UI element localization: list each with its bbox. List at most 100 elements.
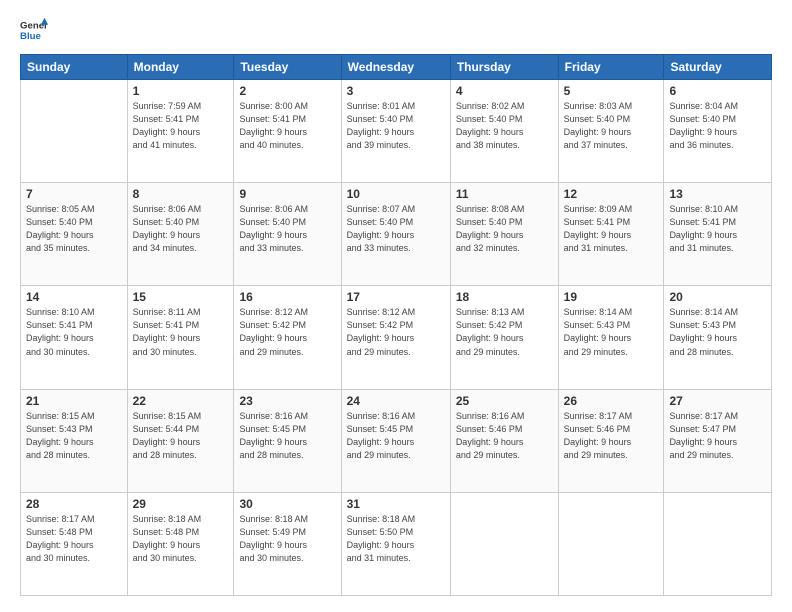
day-info: Sunrise: 8:04 AMSunset: 5:40 PMDaylight:…	[669, 100, 766, 152]
day-number: 26	[564, 394, 659, 408]
calendar-cell: 19 Sunrise: 8:14 AMSunset: 5:43 PMDayligh…	[558, 286, 664, 389]
day-number: 31	[347, 497, 445, 511]
calendar-cell: 22 Sunrise: 8:15 AMSunset: 5:44 PMDayligh…	[127, 389, 234, 492]
day-number: 13	[669, 187, 766, 201]
col-header-monday: Monday	[127, 55, 234, 80]
calendar-cell: 26 Sunrise: 8:17 AMSunset: 5:46 PMDayligh…	[558, 389, 664, 492]
calendar-cell: 28 Sunrise: 8:17 AMSunset: 5:48 PMDayligh…	[21, 492, 128, 595]
day-info: Sunrise: 8:06 AMSunset: 5:40 PMDaylight:…	[133, 203, 229, 255]
day-number: 8	[133, 187, 229, 201]
day-number: 5	[564, 84, 659, 98]
calendar-week-4: 21 Sunrise: 8:15 AMSunset: 5:43 PMDayligh…	[21, 389, 772, 492]
calendar-cell: 27 Sunrise: 8:17 AMSunset: 5:47 PMDayligh…	[664, 389, 772, 492]
calendar-cell: 15Sunrise: 8:11 AMSunset: 5:41 PMDayligh…	[127, 286, 234, 389]
calendar-cell	[21, 80, 128, 183]
day-number: 7	[26, 187, 122, 201]
day-info: Sunrise: 8:17 AMSunset: 5:48 PMDaylight:…	[26, 513, 122, 565]
day-info: Sunrise: 8:08 AMSunset: 5:40 PMDaylight:…	[456, 203, 553, 255]
day-number: 12	[564, 187, 659, 201]
calendar-cell: 24 Sunrise: 8:16 AMSunset: 5:45 PMDayligh…	[341, 389, 450, 492]
calendar-week-1: 1Sunrise: 7:59 AMSunset: 5:41 PMDaylight…	[21, 80, 772, 183]
calendar-cell: 31 Sunrise: 8:18 AMSunset: 5:50 PMDayligh…	[341, 492, 450, 595]
day-number: 25	[456, 394, 553, 408]
col-header-wednesday: Wednesday	[341, 55, 450, 80]
logo: General Blue	[20, 16, 54, 44]
calendar-cell: 13 Sunrise: 8:10 AMSunset: 5:41 PMDayligh…	[664, 183, 772, 286]
svg-text:Blue: Blue	[20, 31, 41, 42]
day-info: Sunrise: 8:13 AMSunset: 5:42 PMDaylight:…	[456, 306, 553, 358]
day-number: 21	[26, 394, 122, 408]
calendar-cell: 5 Sunrise: 8:03 AMSunset: 5:40 PMDaylight…	[558, 80, 664, 183]
header: General Blue	[20, 16, 772, 44]
day-number: 22	[133, 394, 229, 408]
day-info: Sunrise: 8:18 AMSunset: 5:48 PMDaylight:…	[133, 513, 229, 565]
calendar-cell	[558, 492, 664, 595]
day-info: Sunrise: 8:18 AMSunset: 5:50 PMDaylight:…	[347, 513, 445, 565]
calendar-cell: 10Sunrise: 8:07 AMSunset: 5:40 PMDayligh…	[341, 183, 450, 286]
day-info: Sunrise: 8:00 AMSunset: 5:41 PMDaylight:…	[239, 100, 335, 152]
calendar-cell	[664, 492, 772, 595]
calendar-cell: 12 Sunrise: 8:09 AMSunset: 5:41 PMDayligh…	[558, 183, 664, 286]
day-info: Sunrise: 8:16 AMSunset: 5:45 PMDaylight:…	[239, 410, 335, 462]
calendar-cell: 8 Sunrise: 8:06 AMSunset: 5:40 PMDaylight…	[127, 183, 234, 286]
calendar-cell: 21 Sunrise: 8:15 AMSunset: 5:43 PMDayligh…	[21, 389, 128, 492]
page: General Blue SundayMondayTuesdayWednesda…	[0, 0, 792, 612]
day-info: Sunrise: 8:15 AMSunset: 5:43 PMDaylight:…	[26, 410, 122, 462]
day-number: 23	[239, 394, 335, 408]
calendar-cell: 23 Sunrise: 8:16 AMSunset: 5:45 PMDayligh…	[234, 389, 341, 492]
calendar-cell: 9Sunrise: 8:06 AMSunset: 5:40 PMDaylight…	[234, 183, 341, 286]
day-info: Sunrise: 8:15 AMSunset: 5:44 PMDaylight:…	[133, 410, 229, 462]
day-number: 2	[239, 84, 335, 98]
calendar-cell: 20Sunrise: 8:14 AMSunset: 5:43 PMDayligh…	[664, 286, 772, 389]
day-info: Sunrise: 8:03 AMSunset: 5:40 PMDaylight:…	[564, 100, 659, 152]
day-info: Sunrise: 8:06 AMSunset: 5:40 PMDaylight:…	[239, 203, 335, 255]
day-info: Sunrise: 8:12 AMSunset: 5:42 PMDaylight:…	[347, 306, 445, 358]
day-number: 14	[26, 290, 122, 304]
day-number: 20	[669, 290, 766, 304]
day-number: 29	[133, 497, 229, 511]
day-number: 3	[347, 84, 445, 98]
calendar-cell: 2 Sunrise: 8:00 AMSunset: 5:41 PMDaylight…	[234, 80, 341, 183]
calendar-cell: 18 Sunrise: 8:13 AMSunset: 5:42 PMDayligh…	[450, 286, 558, 389]
day-number: 18	[456, 290, 553, 304]
day-info: Sunrise: 8:09 AMSunset: 5:41 PMDaylight:…	[564, 203, 659, 255]
day-info: Sunrise: 8:16 AMSunset: 5:46 PMDaylight:…	[456, 410, 553, 462]
day-info: Sunrise: 8:10 AMSunset: 5:41 PMDaylight:…	[669, 203, 766, 255]
col-header-sunday: Sunday	[21, 55, 128, 80]
day-number: 16	[239, 290, 335, 304]
day-number: 28	[26, 497, 122, 511]
day-number: 10	[347, 187, 445, 201]
day-number: 11	[456, 187, 553, 201]
col-header-friday: Friday	[558, 55, 664, 80]
day-info: Sunrise: 8:10 AMSunset: 5:41 PMDaylight:…	[26, 306, 122, 358]
calendar-cell: 11 Sunrise: 8:08 AMSunset: 5:40 PMDayligh…	[450, 183, 558, 286]
calendar-cell	[450, 492, 558, 595]
day-info: Sunrise: 8:05 AMSunset: 5:40 PMDaylight:…	[26, 203, 122, 255]
day-number: 27	[669, 394, 766, 408]
day-info: Sunrise: 8:18 AMSunset: 5:49 PMDaylight:…	[239, 513, 335, 565]
calendar-header-row: SundayMondayTuesdayWednesdayThursdayFrid…	[21, 55, 772, 80]
day-info: Sunrise: 8:12 AMSunset: 5:42 PMDaylight:…	[239, 306, 335, 358]
day-number: 15	[133, 290, 229, 304]
day-info: Sunrise: 8:14 AMSunset: 5:43 PMDaylight:…	[564, 306, 659, 358]
day-info: Sunrise: 7:59 AMSunset: 5:41 PMDaylight:…	[133, 100, 229, 152]
calendar-cell: 25 Sunrise: 8:16 AMSunset: 5:46 PMDayligh…	[450, 389, 558, 492]
logo-icon: General Blue	[20, 16, 48, 44]
day-number: 24	[347, 394, 445, 408]
calendar-week-5: 28 Sunrise: 8:17 AMSunset: 5:48 PMDayligh…	[21, 492, 772, 595]
calendar-week-3: 14 Sunrise: 8:10 AMSunset: 5:41 PMDayligh…	[21, 286, 772, 389]
day-number: 4	[456, 84, 553, 98]
col-header-saturday: Saturday	[664, 55, 772, 80]
calendar-cell: 3Sunrise: 8:01 AMSunset: 5:40 PMDaylight…	[341, 80, 450, 183]
day-number: 17	[347, 290, 445, 304]
day-info: Sunrise: 8:17 AMSunset: 5:47 PMDaylight:…	[669, 410, 766, 462]
calendar-cell: 30Sunrise: 8:18 AMSunset: 5:49 PMDayligh…	[234, 492, 341, 595]
day-info: Sunrise: 8:16 AMSunset: 5:45 PMDaylight:…	[347, 410, 445, 462]
calendar-cell: 1Sunrise: 7:59 AMSunset: 5:41 PMDaylight…	[127, 80, 234, 183]
day-number: 6	[669, 84, 766, 98]
calendar-cell: 14 Sunrise: 8:10 AMSunset: 5:41 PMDayligh…	[21, 286, 128, 389]
day-info: Sunrise: 8:17 AMSunset: 5:46 PMDaylight:…	[564, 410, 659, 462]
day-number: 19	[564, 290, 659, 304]
calendar-cell: 6 Sunrise: 8:04 AMSunset: 5:40 PMDaylight…	[664, 80, 772, 183]
col-header-thursday: Thursday	[450, 55, 558, 80]
